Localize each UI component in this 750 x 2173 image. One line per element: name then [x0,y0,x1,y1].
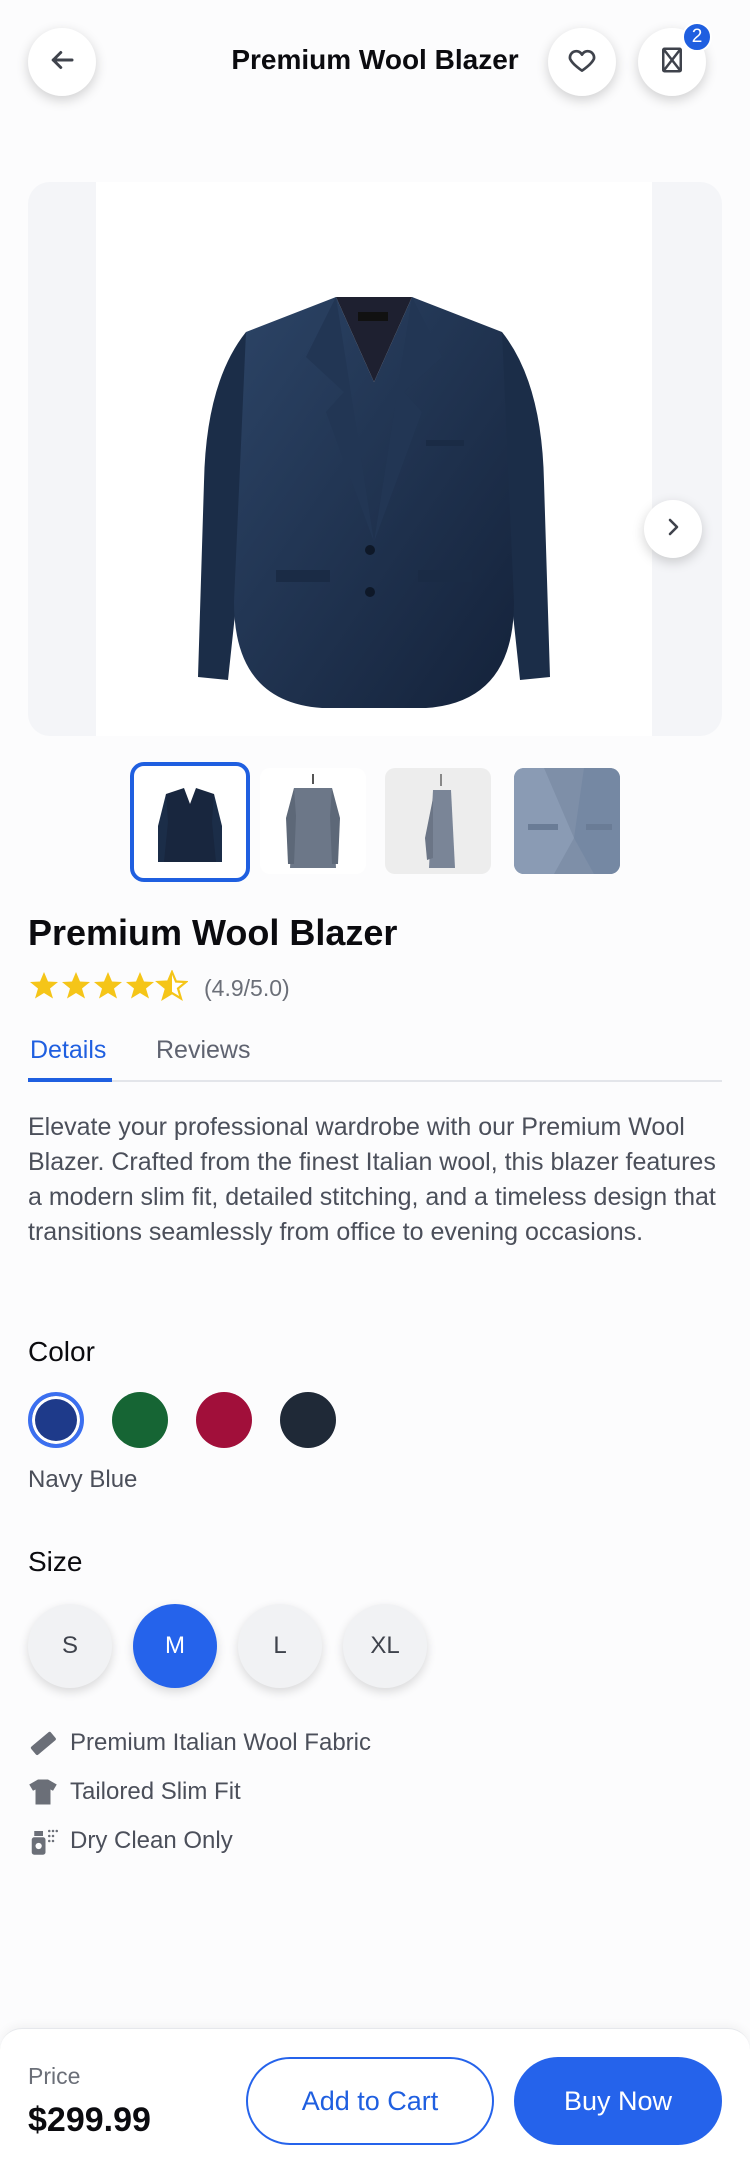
star-icon [62,972,90,999]
tab-details[interactable]: Details [30,1036,106,1065]
chevron-right-icon [661,515,685,544]
feature-label: Tailored Slim Fit [70,1778,241,1805]
size-option-s[interactable]: S [28,1604,112,1688]
thumbnail-front[interactable] [130,762,250,882]
hourglass-icon [657,44,687,81]
star-rating [28,969,189,1007]
active-tab-indicator [28,1078,112,1082]
size-option-xl[interactable]: XL [343,1604,427,1688]
feature-label: Premium Italian Wool Fabric [70,1729,371,1756]
price-value: $299.99 [28,2101,151,2139]
color-swatch-navy[interactable] [28,1392,84,1448]
size-option-m[interactable]: M [133,1604,217,1688]
size-option-l[interactable]: L [238,1604,322,1688]
next-image-button[interactable] [644,500,702,558]
buy-now-button[interactable]: Buy Now [514,2057,722,2145]
star-icon [94,972,122,999]
color-swatch-crimson[interactable] [196,1392,252,1448]
thumbnail-back[interactable] [260,768,366,874]
tshirt-icon [28,1777,58,1807]
feature-label: Dry Clean Only [70,1827,233,1854]
back-button[interactable] [28,28,96,96]
feature-item: Premium Italian Wool Fabric [28,1728,371,1758]
page-title: Premium Wool Blazer [231,44,519,75]
compare-button[interactable]: 2 [638,22,712,96]
feature-item: Dry Clean Only [28,1826,233,1856]
star-icon [126,972,154,999]
thumbnail-detail[interactable] [514,768,620,874]
ruler-icon [28,1728,58,1758]
selected-color-name: Navy Blue [28,1466,138,1493]
heart-icon [566,44,598,81]
add-to-cart-button[interactable]: Add to Cart [246,2057,494,2145]
size-label: Size [28,1546,83,1577]
color-label: Color [28,1336,95,1367]
product-tabs: Details Reviews [28,1036,722,1082]
cart-count-badge: 2 [682,22,712,52]
thumbnail-side[interactable] [385,768,491,874]
product-main-image [96,182,652,736]
price-label: Price [28,2063,81,2089]
color-swatch-green[interactable] [112,1392,168,1448]
wishlist-button[interactable] [548,28,616,96]
feature-item: Tailored Slim Fit [28,1777,241,1807]
tab-reviews[interactable]: Reviews [156,1036,250,1065]
star-half-icon [155,969,189,1001]
arrow-left-icon [47,45,77,80]
rating-row: (4.9/5.0) [28,969,290,1007]
product-description: Elevate your professional wardrobe with … [28,1113,716,1246]
product-image-gallery[interactable] [28,182,722,736]
rating-value: (4.9/5.0) [204,975,290,1001]
product-title: Premium Wool Blazer [28,912,398,953]
star-icon [30,972,58,999]
spray-bottle-icon [28,1826,58,1856]
purchase-bar: Price $299.99 Add to Cart Buy Now [0,2028,750,2173]
color-swatch-charcoal[interactable] [280,1392,336,1448]
